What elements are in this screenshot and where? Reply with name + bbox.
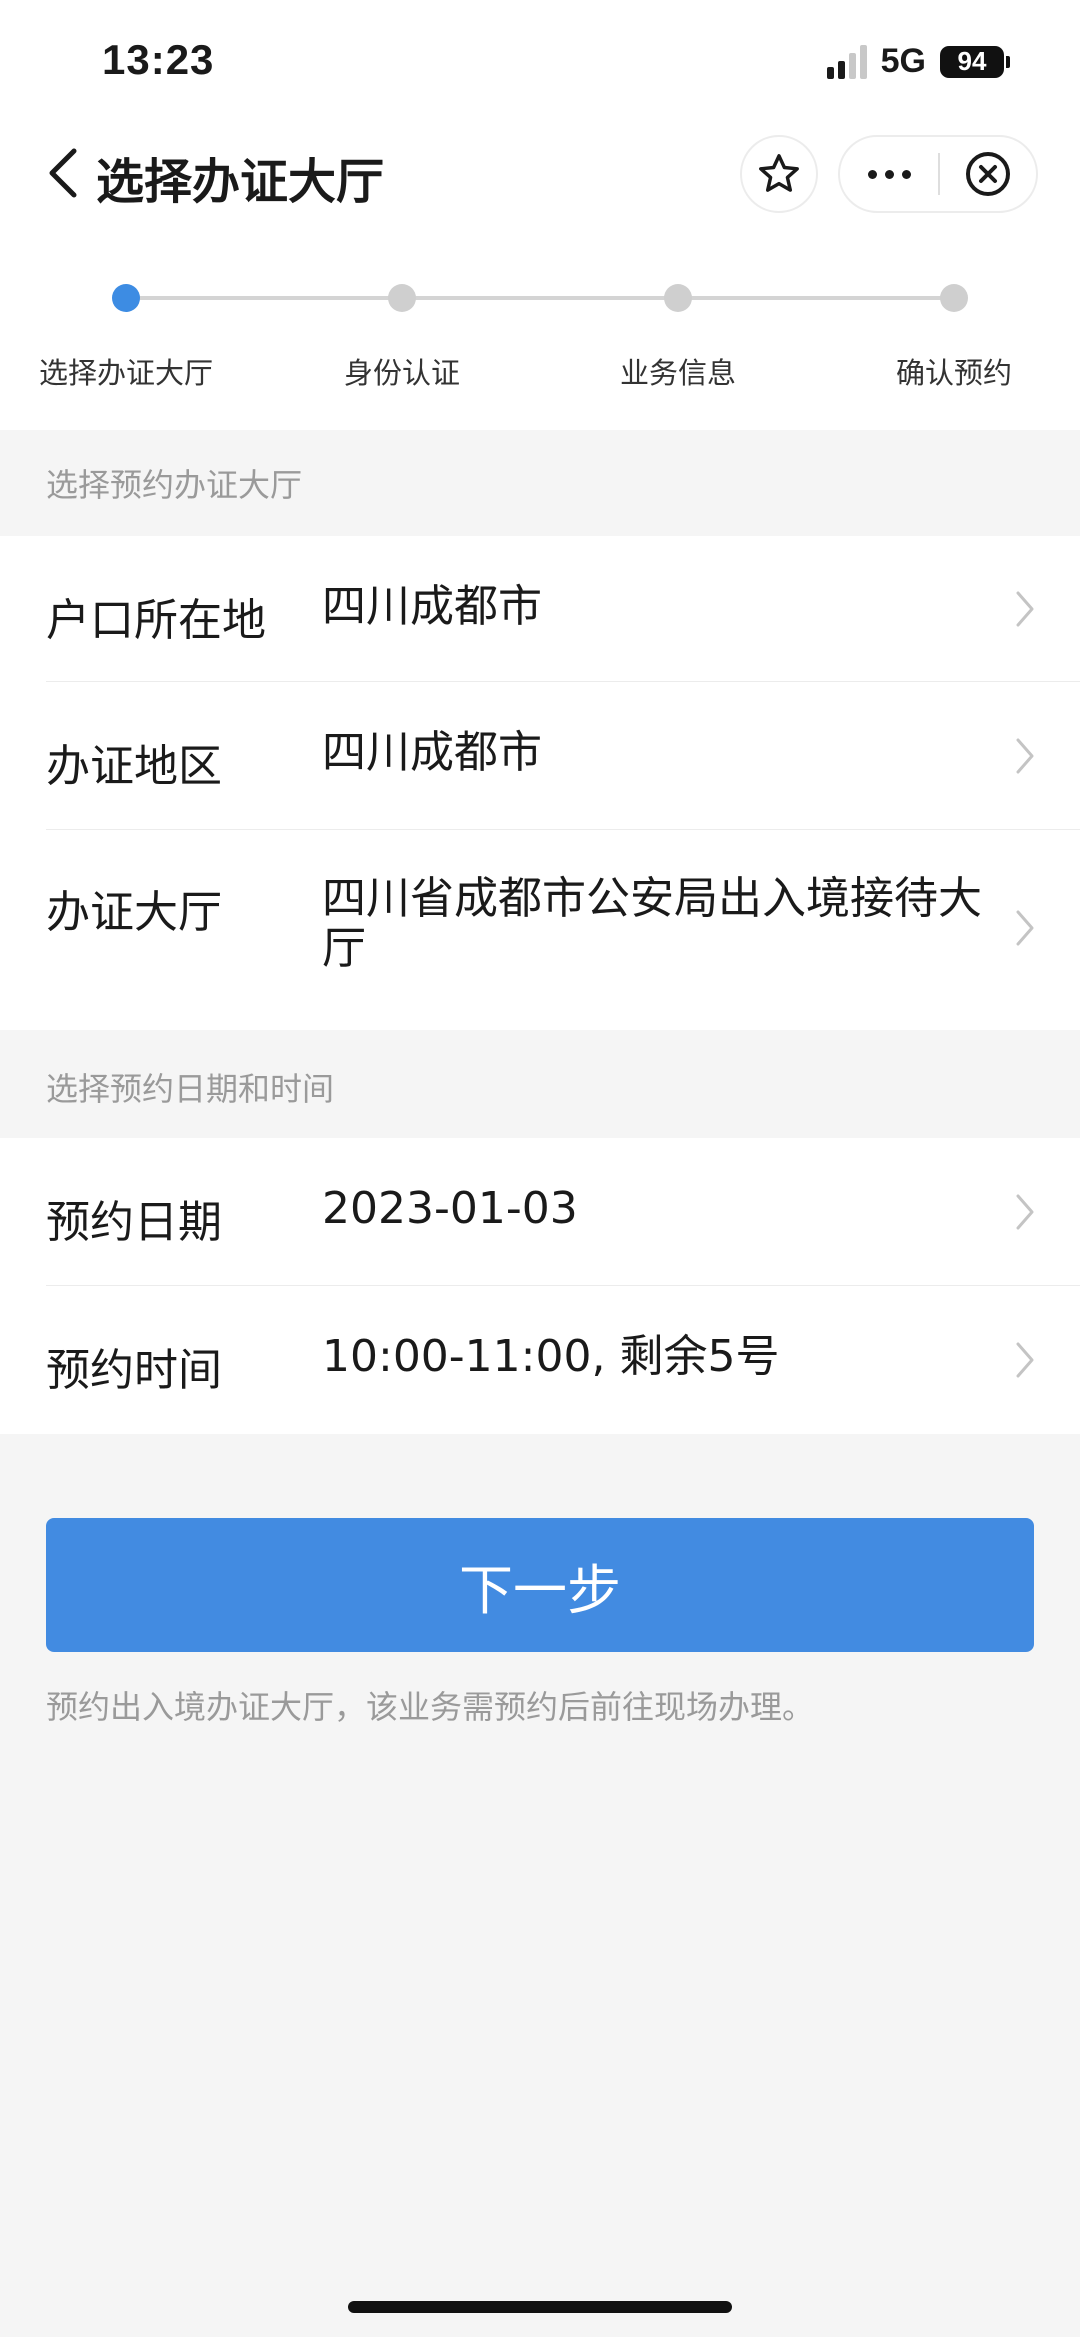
battery-level: 94 — [940, 45, 1004, 78]
signal-icon — [826, 44, 867, 79]
close-button[interactable] — [940, 150, 1036, 198]
favorite-button[interactable] — [740, 135, 818, 213]
row-value: 四川成都市 — [322, 581, 542, 632]
row-household-location[interactable]: 户口所在地 四川成都市 — [0, 536, 1080, 682]
chevron-right-icon — [1016, 1194, 1034, 1230]
time-section-card: 预约日期 2023-01-03 预约时间 10:00-11:00, 剩余5号 — [0, 1138, 1080, 1434]
step-label-1: 选择办证大厅 — [38, 356, 213, 390]
more-dots-icon — [867, 169, 877, 179]
next-step-button[interactable]: 下一步 — [46, 1518, 1034, 1652]
row-value: 10:00-11:00, 剩余5号 — [322, 1331, 780, 1382]
row-value: 2023-01-03 — [322, 1183, 578, 1234]
star-icon — [759, 154, 799, 192]
row-label: 预约时间 — [46, 1345, 222, 1396]
row-label: 户口所在地 — [46, 595, 266, 646]
step-label-4: 确认预约 — [895, 356, 1012, 390]
home-indicator[interactable] — [348, 2301, 732, 2313]
status-time: 13:23 — [102, 36, 215, 83]
step-label-2: 身份认证 — [343, 356, 460, 390]
row-appointment-time[interactable]: 预约时间 10:00-11:00, 剩余5号 — [0, 1286, 1080, 1434]
chevron-right-icon — [1016, 591, 1034, 627]
step-dot-2 — [388, 284, 416, 312]
step-label-3: 业务信息 — [619, 356, 736, 390]
row-label: 办证地区 — [46, 741, 222, 792]
step-dot-4 — [940, 284, 968, 312]
row-application-region[interactable]: 办证地区 四川成都市 — [0, 682, 1080, 830]
battery-icon: 94 — [940, 45, 1010, 78]
hall-section-card: 户口所在地 四川成都市 办证地区 四川成都市 办证大厅 四川省成都市公安局出入境… — [0, 536, 1080, 1030]
back-arrow-icon[interactable] — [44, 145, 84, 201]
row-appointment-date[interactable]: 预约日期 2023-01-03 — [0, 1138, 1080, 1286]
chevron-right-icon — [1016, 1342, 1034, 1378]
row-service-hall[interactable]: 办证大厅 四川省成都市公安局出入境接待大厅 — [0, 830, 1080, 1030]
row-label: 办证大厅 — [46, 887, 222, 938]
step-dot-1 — [112, 284, 140, 312]
page-title: 选择办证大厅 — [96, 154, 385, 210]
hint-text: 预约出入境办证大厅，该业务需预约后前往现场办理。 — [46, 1688, 815, 1726]
chevron-right-icon — [1016, 910, 1034, 946]
row-label: 预约日期 — [46, 1197, 222, 1248]
row-value: 四川省成都市公安局出入境接待大厅 — [322, 873, 982, 974]
status-indicators: 5G 94 — [826, 42, 1010, 81]
more-button[interactable] — [840, 169, 938, 179]
mini-program-capsule — [838, 135, 1038, 213]
close-circle-icon — [965, 152, 1010, 196]
chevron-right-icon — [1016, 738, 1034, 774]
row-value: 四川成都市 — [322, 727, 542, 778]
stepper-track — [126, 296, 954, 300]
network-type: 5G — [880, 42, 926, 80]
time-section-header: 选择预约日期和时间 — [46, 1070, 335, 1108]
hall-section-header: 选择预约办证大厅 — [46, 466, 303, 504]
step-dot-3 — [664, 284, 692, 312]
